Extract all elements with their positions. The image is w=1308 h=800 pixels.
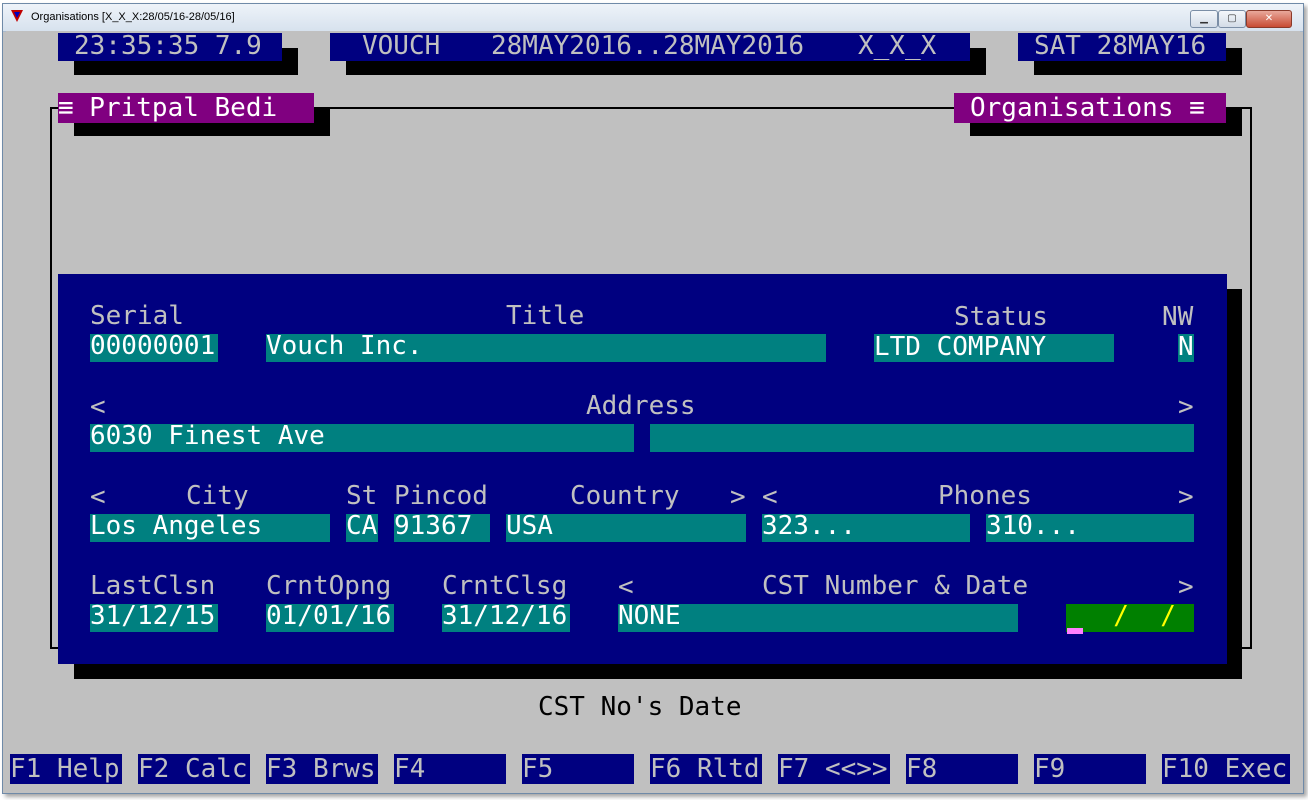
- f6-related-key[interactable]: F6 Rltd: [650, 754, 762, 784]
- f9-key-code: F9: [1034, 754, 1066, 784]
- lastclsn-label: LastClsn: [90, 571, 216, 601]
- state-label: St: [346, 481, 378, 511]
- user-name: ≡ Pritpal Bedi: [58, 93, 278, 123]
- country-scroll-right-icon[interactable]: >: [730, 482, 746, 512]
- f4-key-code: F4: [394, 754, 426, 784]
- address-scroll-left-icon[interactable]: <: [90, 392, 106, 422]
- title-label: Title: [506, 301, 585, 331]
- current-date: SAT 28MAY16: [1034, 31, 1207, 61]
- crntopng-label: CrntOpng: [266, 571, 392, 601]
- close-button[interactable]: ✕: [1246, 10, 1292, 28]
- f10-exec-key[interactable]: F10 Exec: [1162, 754, 1290, 784]
- serial-value: 00000001: [90, 331, 216, 361]
- f7-key-label: <<>>: [824, 754, 888, 784]
- f6-key-label: Rltd: [696, 754, 760, 784]
- f6-key-code: F6: [650, 754, 682, 784]
- f10-key-code: F10: [1162, 754, 1209, 784]
- application-window: Organisations [X_X_X:28/05/16-28/05/16] …: [2, 3, 1304, 794]
- cst-scroll-left-icon[interactable]: <: [618, 572, 634, 602]
- phones-scroll-right-icon[interactable]: >: [1178, 482, 1194, 512]
- cst-scroll-right-icon[interactable]: >: [1178, 572, 1194, 602]
- cst-date-value: / /: [1082, 601, 1176, 631]
- nw-label: NW: [1162, 302, 1194, 332]
- company-code: X_X_X: [858, 31, 937, 61]
- f7-key-code: F7: [778, 754, 810, 784]
- phones-scroll-left-icon[interactable]: <: [762, 482, 778, 512]
- city-value: Los Angeles: [90, 511, 263, 541]
- f4-key[interactable]: F4: [394, 754, 506, 784]
- phones-label: Phones: [938, 481, 1032, 511]
- minimize-icon: ▁: [1200, 13, 1208, 24]
- country-label: Country: [570, 481, 680, 511]
- crntclsg-value: 31/12/16: [442, 601, 568, 631]
- clock-text: 23:35:35 7.9: [74, 31, 262, 61]
- f2-calc-key[interactable]: F2 Calc: [138, 754, 250, 784]
- status-message: CST No's Date: [538, 692, 742, 722]
- module-name: Organisations ≡: [970, 93, 1205, 123]
- f5-key-code: F5: [522, 754, 554, 784]
- f2-key-label: Calc: [184, 754, 248, 784]
- vouch-label: VOUCH: [362, 31, 441, 61]
- text-cursor: [1067, 628, 1083, 634]
- f7-key[interactable]: F7 <<>>: [778, 754, 890, 784]
- f8-key-code: F8: [906, 754, 938, 784]
- f10-key-label: Exec: [1224, 754, 1288, 784]
- f1-key-code: F1: [10, 754, 42, 784]
- title-bar[interactable]: Organisations [X_X_X:28/05/16-28/05/16] …: [3, 4, 1303, 32]
- crntclsg-label: CrntClsg: [442, 571, 568, 601]
- city-label: City: [186, 481, 249, 511]
- app-icon: [11, 10, 23, 22]
- status-value: LTD COMPANY: [874, 332, 1047, 362]
- cst-label: CST Number & Date: [762, 571, 1029, 601]
- f5-key[interactable]: F5: [522, 754, 634, 784]
- minimize-button[interactable]: ▁: [1190, 10, 1218, 28]
- phone1-value: 323...: [762, 511, 856, 541]
- serial-label: Serial: [90, 301, 184, 331]
- f3-key-code: F3: [266, 754, 298, 784]
- status-label: Status: [954, 302, 1048, 332]
- country-value: USA: [506, 511, 553, 541]
- f8-key[interactable]: F8: [906, 754, 1018, 784]
- title-value: Vouch Inc.: [266, 331, 423, 361]
- phone2-value: 310...: [986, 511, 1080, 541]
- city-scroll-left-icon[interactable]: <: [90, 482, 106, 512]
- state-value: CA: [346, 511, 378, 541]
- address-label: Address: [586, 391, 696, 421]
- cst-number-value: NONE: [618, 601, 681, 631]
- maximize-button[interactable]: ▢: [1218, 10, 1246, 28]
- crntopng-value: 01/01/16: [266, 601, 392, 631]
- address-scroll-right-icon[interactable]: >: [1178, 392, 1194, 422]
- f2-key-code: F2: [138, 754, 170, 784]
- pincode-label: Pincod: [394, 481, 488, 511]
- window-title: Organisations [X_X_X:28/05/16-28/05/16]: [31, 11, 235, 23]
- f3-key-label: Brws: [312, 754, 376, 784]
- f3-browse-key[interactable]: F3 Brws: [266, 754, 378, 784]
- close-icon: ✕: [1264, 13, 1274, 24]
- address-line2-field[interactable]: [650, 424, 1194, 452]
- f1-key-label: Help: [56, 754, 120, 784]
- address-line1-value: 6030 Finest Ave: [90, 421, 325, 451]
- lastclsn-value: 31/12/15: [90, 601, 216, 631]
- nw-value: N: [1178, 332, 1194, 362]
- date-range: 28MAY2016..28MAY2016: [491, 31, 805, 61]
- pincode-value: 91367: [394, 511, 473, 541]
- terminal-screen: 23:35:35 7.9 VOUCH 28MAY2016..28MAY2016 …: [6, 31, 1300, 791]
- maximize-icon: ▢: [1227, 13, 1237, 24]
- f9-key[interactable]: F9: [1034, 754, 1146, 784]
- f1-help-key[interactable]: F1 Help: [10, 754, 122, 784]
